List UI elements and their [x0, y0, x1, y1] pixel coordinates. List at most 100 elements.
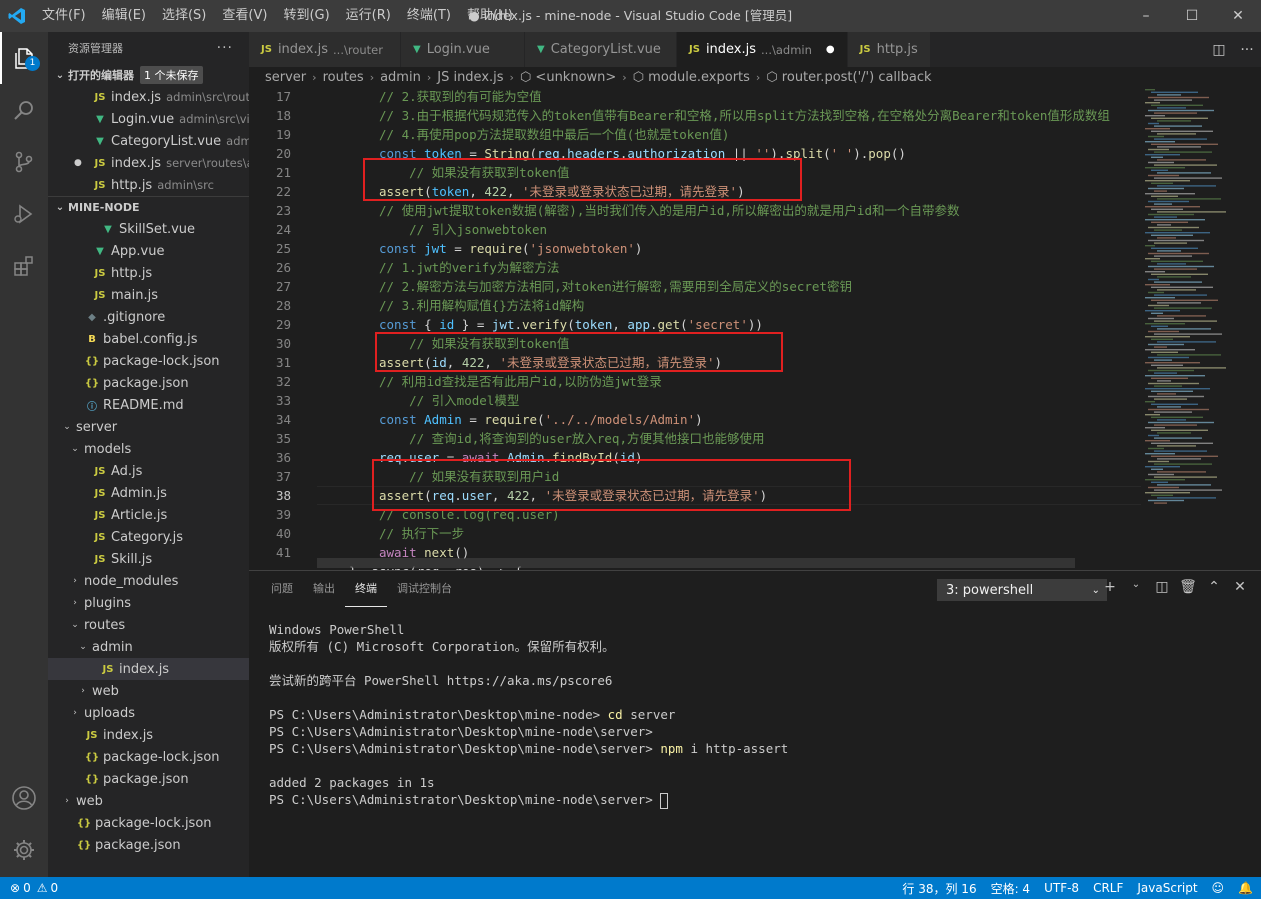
menu-item[interactable]: 运行(R) — [338, 0, 399, 32]
encoding[interactable]: UTF-8 — [1044, 881, 1079, 895]
file-item[interactable]: {} package-lock.json — [48, 350, 249, 372]
feedback-icon[interactable]: ☺ — [1212, 881, 1225, 895]
explorer-activity[interactable]: 1 — [0, 32, 48, 84]
file-item[interactable]: ◆ .gitignore — [48, 306, 249, 328]
manage-activity[interactable] — [0, 824, 48, 876]
breadcrumb-item[interactable]: ⬡ router.post('/') callback — [766, 70, 931, 85]
open-editor-item[interactable]: ▼ Login.vue admin\src\vi... — [48, 108, 249, 130]
file-item[interactable]: JS index.js — [48, 724, 249, 746]
folder-item[interactable]: ⌄ models — [48, 438, 249, 460]
file-item[interactable]: {} package-lock.json — [48, 746, 249, 768]
editor-tab[interactable]: JS index.js ...\router — [249, 32, 401, 67]
code-editor[interactable]: 17 // 2.获取到的有可能为空值 18 // 3.由于根据代码规范传入的token… — [249, 87, 1141, 570]
open-editor-item[interactable]: JS http.js admin\src — [48, 174, 249, 196]
panel-tab[interactable]: 调试控制台 — [387, 571, 462, 607]
cursor-position[interactable]: 行 38，列 16 — [902, 880, 976, 897]
code-text: // 引入jsonwebtoken — [291, 220, 547, 239]
file-item[interactable]: JS http.js — [48, 262, 249, 284]
minimize-button[interactable]: – — [1123, 0, 1169, 32]
extensions-activity[interactable] — [0, 240, 48, 292]
code-token: ) — [695, 412, 703, 427]
folder-item[interactable]: › node_modules — [48, 570, 249, 592]
file-item[interactable]: {} package.json — [48, 372, 249, 394]
horizontal-scrollbar[interactable] — [317, 558, 1075, 568]
unsaved-dot-icon[interactable]: ● — [74, 158, 82, 168]
breadcrumb-item[interactable]: JS index.js — [437, 70, 503, 85]
menu-item[interactable]: 选择(S) — [154, 0, 214, 32]
language-mode[interactable]: JavaScript — [1137, 881, 1197, 895]
unsaved-dot-icon[interactable]: ● — [826, 44, 835, 55]
breadcrumb-item[interactable]: server — [265, 70, 306, 85]
breadcrumb-item[interactable]: ⬡ <unknown> — [520, 70, 616, 85]
more-actions-icon[interactable]: ··· — [1233, 42, 1261, 58]
file-item[interactable]: {} package.json — [48, 834, 249, 856]
editor-tab[interactable]: JS http.js — [847, 32, 931, 67]
editor-tab[interactable]: ▼ Login.vue — [401, 32, 525, 67]
file-item[interactable]: Bbabel.config.js — [48, 328, 249, 350]
minimap[interactable] — [1141, 87, 1261, 570]
folder-item[interactable]: › uploads — [48, 702, 249, 724]
minimap-line — [1154, 346, 1167, 348]
trash-icon[interactable]: 🗑 — [1175, 579, 1201, 595]
split-terminal-icon[interactable]: ◫ — [1149, 579, 1175, 595]
menu-item[interactable]: 编辑(E) — [94, 0, 154, 32]
folder-item[interactable]: ⌄ server — [48, 416, 249, 438]
end-of-line[interactable]: CRLF — [1093, 881, 1123, 895]
terminal-select[interactable]: 3: powershell ⌄ — [937, 579, 1107, 601]
close-button[interactable]: ✕ — [1215, 0, 1261, 32]
folder-item[interactable]: › plugins — [48, 592, 249, 614]
panel-tab[interactable]: 问题 — [261, 571, 303, 607]
menu-item[interactable]: 终端(T) — [399, 0, 459, 32]
file-item[interactable]: {} package-lock.json — [48, 812, 249, 834]
terminal-output[interactable]: Windows PowerShell 版权所有 (C) Microsoft Cor… — [269, 621, 788, 809]
folder-item[interactable]: ⌄ admin — [48, 636, 249, 658]
more-actions-icon[interactable]: ··· — [217, 40, 233, 56]
problems-status[interactable]: ⊗ 0 ⚠ 0 — [0, 881, 58, 895]
menu-item[interactable]: 文件(F) — [34, 0, 94, 32]
menu-item[interactable]: 帮助(H) — [459, 0, 521, 32]
file-item[interactable]: ⓘ README.md — [48, 394, 249, 416]
editor-tab[interactable]: JS index.js ...\admin ● — [677, 32, 848, 67]
close-panel-icon[interactable]: ✕ — [1227, 579, 1253, 595]
file-item[interactable]: JS Category.js — [48, 526, 249, 548]
panel-tab[interactable]: 输出 — [303, 571, 345, 607]
menu-item[interactable]: 查看(V) — [214, 0, 275, 32]
project-header[interactable]: ⌄ MINE-NODE — [48, 196, 249, 218]
maximize-button[interactable]: ☐ — [1169, 0, 1215, 32]
folder-item[interactable]: › web — [48, 680, 249, 702]
chevron-down-icon[interactable]: ⌄ — [1123, 579, 1149, 595]
folder-item[interactable]: › web — [48, 790, 249, 812]
minimap-line — [1157, 445, 1196, 447]
indentation[interactable]: 空格: 4 — [991, 880, 1031, 897]
breadcrumb-item[interactable]: routes — [323, 70, 364, 85]
menu-item[interactable]: 转到(G) — [275, 0, 337, 32]
file-item[interactable]: JS Article.js — [48, 504, 249, 526]
source-control-activity[interactable] — [0, 136, 48, 188]
editor-tab[interactable]: ▼ CategoryList.vue — [525, 32, 677, 67]
new-terminal-icon[interactable]: + — [1097, 579, 1123, 595]
accounts-activity[interactable] — [0, 772, 48, 824]
file-item[interactable]: ▼ App.vue — [48, 240, 249, 262]
open-editor-item[interactable]: JS index.js admin\src\router — [48, 86, 249, 108]
file-item[interactable]: JS index.js — [48, 658, 249, 680]
panel-tab[interactable]: 终端 — [345, 571, 387, 607]
open-editor-item[interactable]: ▼ CategoryList.vue admi... — [48, 130, 249, 152]
run-debug-activity[interactable] — [0, 188, 48, 240]
file-item[interactable]: ▼ SkillSet.vue — [48, 218, 249, 240]
breadcrumb-item[interactable]: admin — [380, 70, 421, 85]
file-item[interactable]: JS main.js — [48, 284, 249, 306]
search-activity[interactable] — [0, 84, 48, 136]
bell-icon[interactable]: 🔔 — [1238, 881, 1253, 895]
file-item[interactable]: JS Admin.js — [48, 482, 249, 504]
minimap-line — [1157, 276, 1191, 278]
maximize-panel-icon[interactable]: ⌃ — [1201, 579, 1227, 595]
breadcrumb-item[interactable]: ⬡ module.exports — [633, 70, 750, 85]
file-item[interactable]: JS Skill.js — [48, 548, 249, 570]
open-editor-item[interactable]: ● JS index.js server\routes\a... — [48, 152, 249, 174]
file-item[interactable]: {} package.json — [48, 768, 249, 790]
open-editors-header[interactable]: ⌄ 打开的编辑器 1 个未保存 — [48, 64, 249, 86]
file-path: admin\src\vi... — [179, 112, 249, 126]
file-item[interactable]: JS Ad.js — [48, 460, 249, 482]
split-editor-icon[interactable]: ◫ — [1205, 42, 1233, 58]
folder-item[interactable]: ⌄ routes — [48, 614, 249, 636]
